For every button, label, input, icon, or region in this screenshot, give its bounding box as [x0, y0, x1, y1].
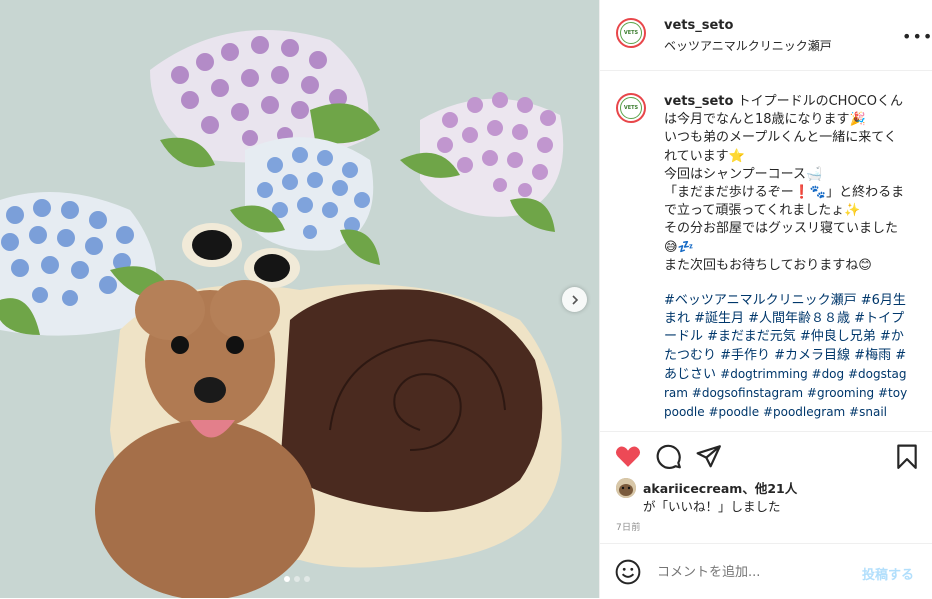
likes-summary: akariicecream、他21人 が「いいね！」しました — [616, 478, 916, 514]
carousel-dot-3 — [304, 576, 310, 582]
clinic-logo: VETS — [620, 22, 642, 44]
post-caption: vets_seto トイプードルのCHOCOくんは今月でなんと18歳になります🎉… — [664, 93, 908, 275]
more-horizontal-icon: ••• — [902, 27, 932, 46]
post-comment-button[interactable]: 投稿する — [862, 564, 914, 583]
liker-avatar[interactable] — [616, 478, 636, 498]
action-bar — [600, 431, 932, 477]
likes-line: akariicecream、他21人 — [643, 478, 797, 497]
paper-plane-icon[interactable] — [696, 444, 722, 468]
caption-scroll-area[interactable]: VETS vets_seto トイプードルのCHOCOくんは今月でなんと18歳に… — [600, 71, 932, 431]
clinic-logo-small: VETS — [620, 97, 642, 119]
comment-icon[interactable] — [656, 444, 682, 470]
photo-illustration — [0, 0, 599, 598]
likes-others[interactable]: 、他21人 — [742, 481, 797, 496]
comment-input[interactable] — [655, 564, 849, 581]
more-options-button[interactable]: ••• — [902, 27, 932, 46]
bookmark-icon[interactable] — [896, 444, 918, 470]
post-side-panel: VETS vets_seto ベッツアニマルクリニック瀬戸 ••• VETS v… — [599, 0, 932, 598]
post-photo[interactable] — [0, 0, 599, 598]
caption-text: トイプードルのCHOCOくんは今月でなんと18歳になります🎉 いつも弟のメープル… — [664, 94, 905, 273]
liker-avatar-image — [616, 478, 636, 498]
hashtags[interactable]: #ベッツアニマルクリニック瀬戸 #6月生まれ #誕生月 #人間年齢８８歳 #トイ… — [664, 292, 908, 422]
carousel-next-button[interactable] — [562, 287, 587, 312]
username-link[interactable]: vets_seto — [664, 18, 733, 33]
location-link[interactable]: ベッツアニマルクリニック瀬戸 — [664, 37, 832, 54]
carousel-dot-1 — [284, 576, 290, 582]
likes-suffix: が「いいね！」しました — [643, 499, 781, 514]
caption-username[interactable]: vets_seto — [664, 94, 733, 109]
post-timestamp[interactable]: 7日前 — [616, 520, 641, 533]
liker-username[interactable]: akariicecream — [643, 481, 742, 496]
carousel-indicator — [284, 576, 310, 582]
caption-avatar[interactable]: VETS — [616, 93, 646, 123]
heart-icon[interactable] — [615, 444, 641, 468]
chevron-right-icon — [571, 294, 578, 305]
comment-bar: 投稿する — [600, 543, 932, 599]
profile-avatar[interactable]: VETS — [616, 18, 646, 48]
smiley-icon[interactable] — [615, 559, 641, 585]
carousel-dot-2 — [294, 576, 300, 582]
post-header: VETS vets_seto ベッツアニマルクリニック瀬戸 ••• — [600, 0, 932, 71]
instagram-post: VETS vets_seto ベッツアニマルクリニック瀬戸 ••• VETS v… — [0, 0, 932, 598]
